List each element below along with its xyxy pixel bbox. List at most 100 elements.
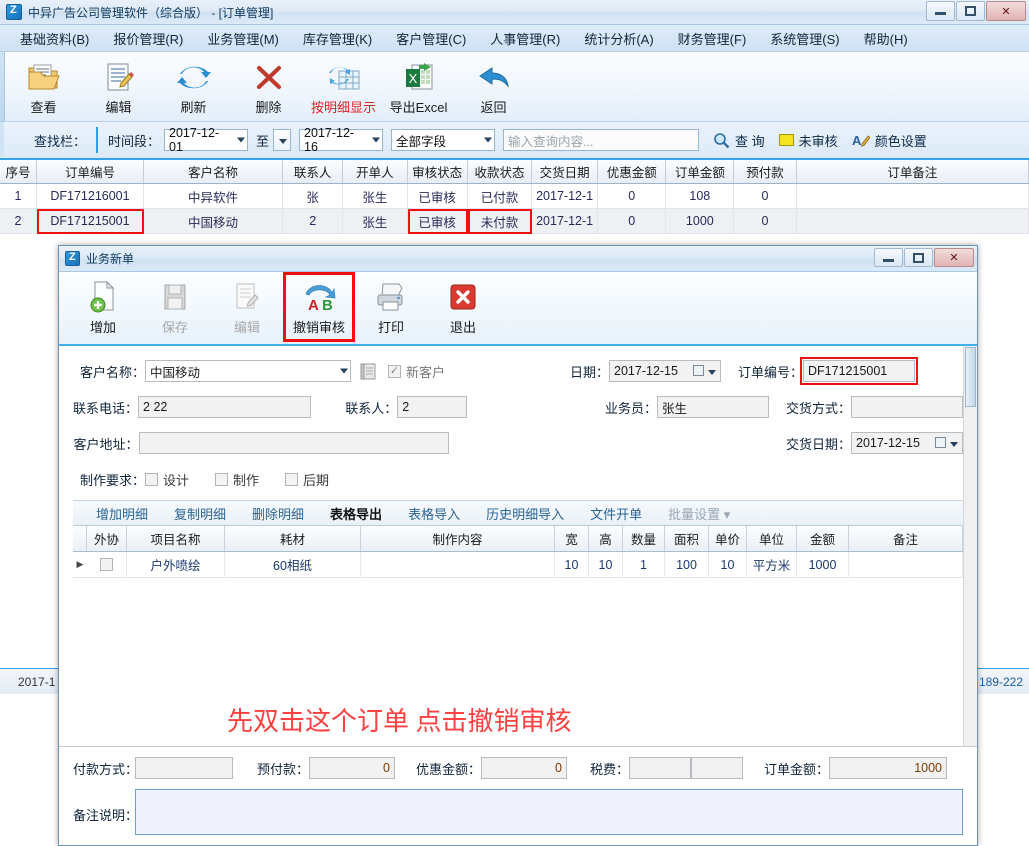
dialog-button-save[interactable]: 保存 (139, 272, 211, 342)
col-delivery: 交货日期 (532, 160, 599, 183)
toolbar-button-delete[interactable]: 删除 (231, 52, 306, 120)
tax-label: 税费： (589, 761, 629, 777)
close-button[interactable]: ✕ (986, 1, 1026, 21)
toolbar-button-refresh[interactable]: 刷新 (156, 52, 231, 120)
maximize-icon (913, 252, 924, 263)
dialog-minimize-button[interactable] (874, 248, 903, 267)
requirement-checkbox-production[interactable] (215, 472, 229, 486)
delivery-method-input[interactable] (851, 396, 963, 418)
cell-prepaid: 0 (734, 184, 797, 209)
tab-history-import[interactable]: 历史明细导入 (473, 504, 577, 523)
date-from-input[interactable]: 2017-12-01 (164, 126, 249, 154)
discount-input[interactable]: 0 (481, 757, 567, 779)
tax-secondary-input[interactable] (691, 757, 743, 779)
form-row-address: 客户地址： 交货日期： 2017-12-15 (73, 428, 963, 458)
color-setting-button[interactable]: A 颜色设置 (852, 131, 927, 150)
dialog-label-undo-audit: 撤销审核 (292, 320, 345, 335)
menu-item-system[interactable]: 系统管理(S) (758, 25, 851, 52)
requirement-label-design: 设计 (163, 472, 190, 488)
menu-item-quotation[interactable]: 报价管理(R) (101, 25, 195, 52)
to-dropdown-button[interactable] (273, 129, 292, 151)
menu-item-business[interactable]: 业务管理(M) (195, 25, 291, 52)
dialog-maximize-button[interactable] (904, 248, 933, 267)
business-new-order-dialog: 业务新单 ✕ 增加 (58, 245, 978, 846)
search-input[interactable]: 输入查询内容... (503, 129, 700, 151)
new-customer-checkbox[interactable] (388, 364, 401, 378)
date-label: 日期： (570, 364, 610, 380)
salesman-label: 业务员： (604, 400, 657, 416)
maximize-icon (965, 6, 976, 16)
date-to-input[interactable]: 2017-12-16 (299, 126, 384, 154)
menu-item-statistics[interactable]: 统计分析(A) (572, 25, 665, 52)
tab-delete-detail[interactable]: 删除明细 (239, 504, 317, 523)
col-order-no: 订单编号 (37, 160, 144, 183)
detail-cell-item: 户外喷绘 (127, 552, 225, 577)
tab-batch-settings[interactable]: 批量设置 ▾ (655, 504, 743, 523)
date-from-value: 2017-12-01 (169, 126, 220, 154)
toolbar-button-view[interactable]: 查看 (6, 52, 81, 120)
customer-name-input[interactable]: 中国移动 (145, 360, 351, 382)
maximize-button[interactable] (956, 1, 985, 21)
order-amount-input[interactable]: 1000 (829, 757, 947, 779)
salesman-input[interactable]: 张生 (657, 396, 769, 418)
menu-item-hr[interactable]: 人事管理(R) (478, 25, 572, 52)
toolbar-button-edit[interactable]: 编辑 (81, 52, 156, 120)
order-date-input[interactable]: 2017-12-15 (609, 360, 722, 382)
payment-method-input[interactable] (135, 757, 233, 779)
tab-table-export[interactable]: 表格导出 (317, 504, 395, 523)
search-bar-label: 查找栏： (34, 133, 87, 149)
toolbar-button-show-detail[interactable]: 按明细显示 (306, 52, 381, 120)
search-button[interactable]: 查 询 (713, 131, 765, 150)
dialog-button-print[interactable]: 打印 (355, 272, 427, 342)
search-bar: 查找栏： 时间段： 2017-12-01 至 2017-12-16 全部字段 输… (0, 122, 1029, 160)
dialog-close-button[interactable]: ✕ (934, 248, 974, 267)
dialog-footer: 付款方式： 预付款： 0 优惠金额： 0 税费： 订单金额： 1000 备注说明… (59, 746, 977, 845)
tab-table-import[interactable]: 表格导入 (395, 504, 473, 523)
phone-input[interactable]: 2 22 (138, 396, 311, 418)
tab-add-detail[interactable]: 增加明细 (83, 504, 161, 523)
requirement-checkbox-design[interactable] (145, 472, 158, 486)
menu-item-customer[interactable]: 客户管理(C) (384, 25, 478, 52)
menu-item-help[interactable]: 帮助(H) (852, 25, 920, 52)
requirement-checkbox-postproduction[interactable] (285, 472, 299, 486)
address-book-icon[interactable] (360, 363, 376, 380)
tax-input[interactable] (629, 757, 691, 779)
svg-text:A: A (852, 133, 862, 148)
detail-cell-memo (849, 552, 963, 577)
menu-item-base-data[interactable]: 基础资料(B) (8, 25, 101, 52)
table-row[interactable]: 1 DF171216001 中异软件 张 张生 已审核 已付款 2017-12-… (0, 184, 1029, 209)
tab-file-order[interactable]: 文件开单 (577, 504, 655, 523)
menu-item-finance[interactable]: 财务管理(F) (666, 25, 759, 52)
order-form: 客户名称： 中国移动 新客户 日期： 2017-12-15 (59, 346, 977, 494)
app-logo-icon (6, 4, 22, 20)
order-no-input[interactable]: DF171215001 (800, 357, 919, 385)
detail-cell-outsource[interactable] (87, 552, 127, 577)
cell-delivery: 2017-12-1 (532, 184, 599, 209)
dialog-button-exit[interactable]: 退出 (427, 272, 499, 342)
address-label: 客户地址： (73, 436, 139, 452)
address-input[interactable] (138, 432, 449, 454)
detail-row[interactable]: ▶ 户外喷绘 60相纸 10 10 1 100 10 平方米 1000 (73, 552, 963, 578)
contact-input[interactable]: 2 (397, 396, 467, 418)
dialog-button-undo-audit[interactable]: A B 撤销审核 (283, 272, 355, 342)
undo-audit-icon: A B (298, 277, 340, 317)
yellow-flag-icon (778, 134, 794, 146)
table-row[interactable]: 2 DF171215001 中国移动 2 张生 已审核 未付款 2017-12-… (0, 209, 1029, 234)
menu-item-inventory[interactable]: 库存管理(K) (291, 25, 384, 52)
cell-delivery: 2017-12-1 (532, 209, 599, 234)
dialog-button-add[interactable]: 增加 (67, 272, 139, 342)
unaudited-filter[interactable]: 未审核 (778, 131, 838, 150)
memo-textarea[interactable] (135, 789, 963, 835)
field-select[interactable]: 全部字段 (391, 129, 496, 151)
toolbar-button-export-excel[interactable]: X 导出Excel (381, 52, 456, 120)
main-menubar: 基础资料(B) 报价管理(R) 业务管理(M) 库存管理(K) 客户管理(C) … (0, 25, 1029, 52)
delivery-date-input[interactable]: 2017-12-15 (851, 432, 963, 454)
dialog-toolbar: 增加 保存 编辑 A B 撤销审核 打印 退出 (59, 272, 977, 346)
dialog-button-edit[interactable]: 编辑 (211, 272, 283, 342)
outsource-checkbox[interactable] (100, 558, 113, 571)
prepaid-input[interactable]: 0 (309, 757, 395, 779)
add-doc-icon (88, 277, 118, 317)
minimize-button[interactable] (926, 1, 955, 21)
tab-copy-detail[interactable]: 复制明细 (161, 504, 239, 523)
toolbar-button-back[interactable]: 返回 (456, 52, 531, 120)
